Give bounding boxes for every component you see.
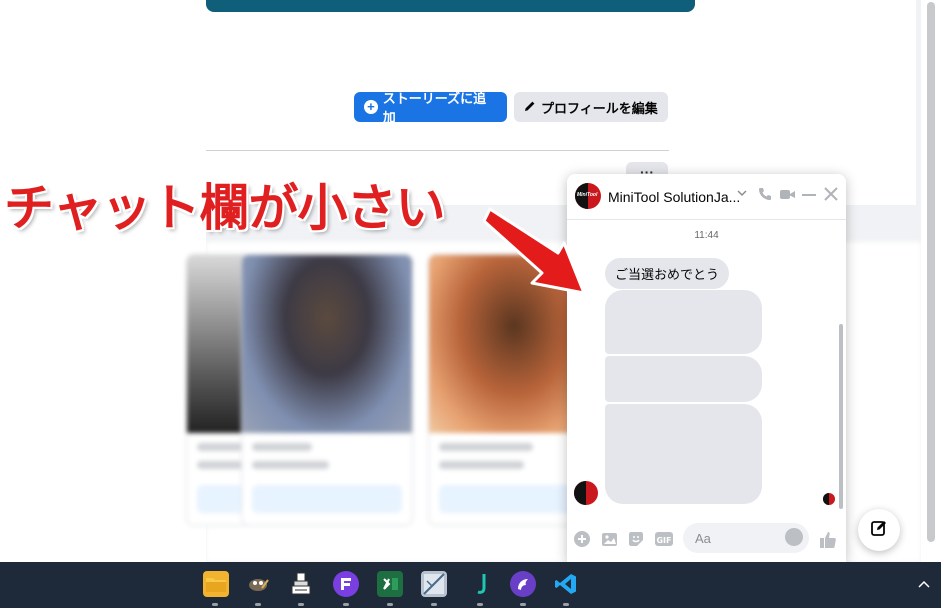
video-call-icon[interactable]	[779, 186, 796, 207]
pencil-icon	[524, 100, 536, 115]
plus-circle-icon[interactable]	[573, 530, 591, 553]
running-indicator	[563, 603, 569, 606]
svg-text:GIF: GIF	[656, 536, 671, 545]
emoji-icon[interactable]	[785, 528, 803, 546]
running-indicator	[298, 603, 304, 606]
suggestion-name	[252, 443, 312, 451]
chat-composer: GIF Aa	[567, 518, 846, 562]
suggestion-info	[252, 461, 329, 469]
add-story-button[interactable]: + ストーリーズに追加	[354, 91, 507, 125]
sender-avatar[interactable]	[574, 481, 598, 505]
edit-profile-button[interactable]: プロフィールを編集	[514, 92, 668, 122]
chat-title[interactable]: MiniTool SolutionJa...	[608, 189, 740, 205]
file-explorer-icon[interactable]	[203, 571, 229, 597]
chevron-down-icon[interactable]	[737, 188, 747, 201]
message-input[interactable]: Aa	[683, 523, 809, 553]
suggestion-card[interactable]	[241, 254, 413, 526]
thumbs-up-icon[interactable]	[818, 530, 838, 555]
add-friend-button[interactable]	[252, 485, 402, 513]
minimize-icon[interactable]	[802, 186, 816, 207]
message-bubble-redacted[interactable]	[605, 356, 762, 402]
chevron-up-icon[interactable]	[918, 576, 930, 592]
excel-icon[interactable]	[377, 571, 403, 597]
phone-icon[interactable]	[757, 186, 773, 207]
sticker-icon[interactable]	[627, 530, 645, 553]
running-indicator	[343, 603, 349, 606]
divider	[206, 150, 669, 151]
messenger-chat-window: MiniTool MiniTool SolutionJa... 11:44 ご当…	[567, 174, 846, 562]
floorp-browser-icon[interactable]	[333, 571, 359, 597]
running-indicator	[387, 603, 393, 606]
annotation-text: チャット欄が小さい	[4, 180, 445, 236]
chat-header[interactable]: MiniTool MiniTool SolutionJa...	[567, 174, 846, 220]
suggestion-info	[439, 461, 524, 469]
running-indicator	[212, 603, 218, 606]
cover-photo[interactable]	[206, 0, 695, 12]
edit-profile-label: プロフィールを編集	[541, 100, 658, 116]
windows-taskbar	[0, 562, 941, 608]
gimp-icon[interactable]	[245, 571, 271, 597]
left-blank-area	[0, 0, 206, 562]
image-viewer-icon[interactable]	[421, 571, 447, 597]
ferdium-icon[interactable]	[510, 571, 536, 597]
running-indicator	[255, 603, 261, 606]
message-bubble[interactable]: ご当選おめでとう	[605, 258, 730, 289]
stamp-app-icon[interactable]	[288, 571, 314, 597]
message-bubble-redacted[interactable]	[605, 404, 762, 504]
message-bubble-redacted[interactable]	[605, 290, 762, 354]
running-indicator	[477, 603, 483, 606]
add-story-label: ストーリーズに追加	[382, 91, 487, 125]
vscode-icon[interactable]	[553, 571, 579, 597]
message-input-placeholder: Aa	[695, 531, 711, 546]
new-message-button[interactable]	[858, 509, 900, 551]
read-receipt-avatar	[823, 493, 835, 505]
compose-icon	[870, 519, 888, 542]
running-indicator	[431, 603, 437, 606]
running-indicator	[520, 603, 526, 606]
chat-scrollbar[interactable]	[839, 324, 843, 509]
avatar-left-half	[574, 481, 586, 505]
close-icon[interactable]	[824, 186, 838, 207]
avatar-left-half	[823, 493, 829, 505]
annotation-arrow-icon	[482, 207, 586, 295]
joplin-icon[interactable]	[470, 571, 496, 597]
page-scrollbar-thumb[interactable]	[927, 2, 935, 542]
photo-icon[interactable]	[601, 530, 619, 553]
page-scrollbar[interactable]	[921, 0, 941, 562]
message-timestamp: 11:44	[694, 230, 719, 241]
suggestion-name	[439, 443, 533, 451]
plus-icon: +	[364, 100, 378, 114]
suggestion-photo	[242, 255, 412, 433]
gif-icon[interactable]: GIF	[654, 530, 674, 553]
screen: + ストーリーズに追加 プロフィールを編集 ··· MiniTool MiniT…	[0, 0, 941, 608]
